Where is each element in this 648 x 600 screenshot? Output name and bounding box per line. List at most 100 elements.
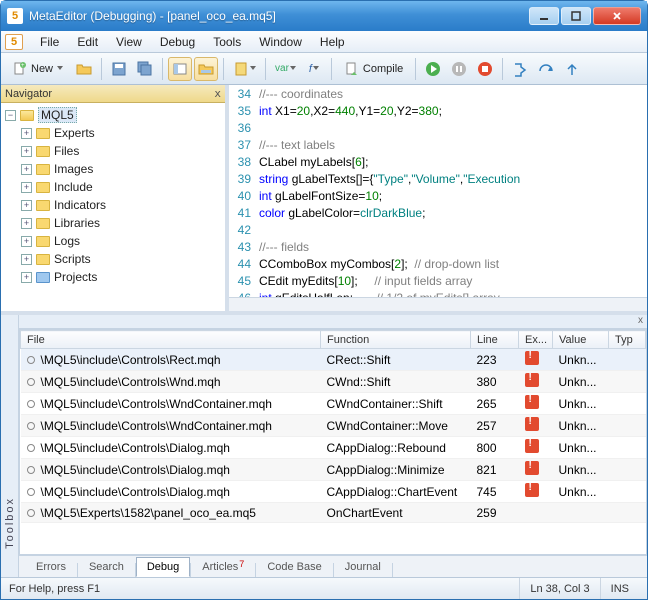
titlebar[interactable]: 5 MetaEditor (Debugging) - [panel_oco_ea… bbox=[1, 1, 647, 31]
navigator-header[interactable]: Navigator x bbox=[1, 85, 225, 103]
panel-left-icon bbox=[172, 61, 188, 77]
tab-code-base[interactable]: Code Base bbox=[256, 557, 332, 577]
column-header[interactable]: Ex... bbox=[519, 331, 553, 349]
table-row[interactable]: \MQL5\Experts\1582\panel_oco_ea.mq5OnCha… bbox=[21, 503, 646, 523]
new-button[interactable]: + New bbox=[5, 57, 70, 81]
horizontal-scrollbar[interactable] bbox=[229, 297, 647, 311]
toolbox-close-icon[interactable]: x bbox=[638, 315, 643, 328]
folder-icon bbox=[20, 110, 34, 121]
tree-item-scripts[interactable]: +Scripts bbox=[5, 250, 221, 268]
maximize-button[interactable] bbox=[561, 7, 591, 25]
save-all-button[interactable] bbox=[133, 57, 157, 81]
table-row[interactable]: \MQL5\include\Controls\Wnd.mqhCWnd::Shif… bbox=[21, 371, 646, 393]
tab-journal[interactable]: Journal bbox=[334, 557, 392, 577]
new-file-icon: + bbox=[12, 61, 28, 77]
toolbox-tabs: ErrorsSearchDebugArticles7Code BaseJourn… bbox=[19, 555, 647, 577]
statusbar: For Help, press F1 Ln 38, Col 3 INS bbox=[1, 577, 647, 599]
tree-item-logs[interactable]: +Logs bbox=[5, 232, 221, 250]
logo-icon: 5 bbox=[5, 34, 23, 50]
folder-icon bbox=[36, 200, 50, 211]
close-button[interactable] bbox=[593, 7, 641, 25]
insert-fn-button[interactable]: f bbox=[302, 57, 326, 81]
tree-item-projects[interactable]: +Projects bbox=[5, 268, 221, 286]
pause-icon bbox=[451, 61, 467, 77]
column-header[interactable]: File bbox=[21, 331, 321, 349]
toggle-toolbox-button[interactable] bbox=[194, 57, 218, 81]
insert-var-button[interactable]: var bbox=[271, 57, 300, 81]
error-icon bbox=[525, 395, 539, 409]
menu-debug[interactable]: Debug bbox=[151, 33, 204, 51]
save-all-icon bbox=[137, 61, 153, 77]
tree-item-libraries[interactable]: +Libraries bbox=[5, 214, 221, 232]
tab-articles[interactable]: Articles7 bbox=[191, 557, 255, 577]
compile-icon bbox=[344, 61, 360, 77]
compile-label: Compile bbox=[363, 63, 403, 75]
menu-edit[interactable]: Edit bbox=[68, 33, 107, 51]
table-row[interactable]: \MQL5\include\Controls\WndContainer.mqhC… bbox=[21, 415, 646, 437]
compile-button[interactable]: Compile bbox=[337, 57, 410, 81]
column-header[interactable]: Function bbox=[321, 331, 471, 349]
code-area[interactable]: //--- coordinatesint X1=20,X2=440,Y1=20,… bbox=[255, 85, 647, 311]
toolbar: + New var f Compile bbox=[1, 53, 647, 85]
step-out-button[interactable] bbox=[560, 57, 584, 81]
table-row[interactable]: \MQL5\include\Controls\WndContainer.mqhC… bbox=[21, 393, 646, 415]
tab-debug[interactable]: Debug bbox=[136, 557, 190, 577]
tree-root[interactable]: MQL5 bbox=[38, 107, 77, 123]
chevron-down-icon bbox=[313, 66, 319, 72]
open-button[interactable] bbox=[72, 57, 96, 81]
status-mode: INS bbox=[600, 578, 639, 599]
chevron-down-icon bbox=[290, 66, 296, 72]
error-icon bbox=[525, 351, 539, 365]
minimize-button[interactable] bbox=[529, 7, 559, 25]
navigator-title: Navigator bbox=[5, 88, 52, 100]
folder-icon bbox=[36, 182, 50, 193]
menu-tools[interactable]: Tools bbox=[204, 33, 250, 51]
navigator-tree[interactable]: −MQL5 +Experts+Files+Images+Include+Indi… bbox=[1, 103, 225, 311]
menu-file[interactable]: File bbox=[31, 33, 68, 51]
toolbox-panel: Toolbox x FileFunctionLineEx...ValueTyp … bbox=[1, 315, 647, 577]
tab-errors[interactable]: Errors bbox=[25, 557, 77, 577]
error-icon bbox=[525, 417, 539, 431]
menu-view[interactable]: View bbox=[107, 33, 151, 51]
menu-window[interactable]: Window bbox=[250, 33, 311, 51]
navigator-close-icon[interactable]: x bbox=[214, 87, 221, 100]
book-icon bbox=[233, 61, 249, 77]
tree-item-include[interactable]: +Include bbox=[5, 178, 221, 196]
toggle-navigator-button[interactable] bbox=[168, 57, 192, 81]
table-row[interactable]: \MQL5\include\Controls\Dialog.mqhCAppDia… bbox=[21, 437, 646, 459]
tree-item-indicators[interactable]: +Indicators bbox=[5, 196, 221, 214]
table-row[interactable]: \MQL5\include\Controls\Dialog.mqhCAppDia… bbox=[21, 481, 646, 503]
stop-icon bbox=[477, 61, 493, 77]
navigator-panel: Navigator x −MQL5 +Experts+Files+Images+… bbox=[1, 85, 229, 311]
column-header[interactable]: Value bbox=[553, 331, 609, 349]
chevron-down-icon bbox=[250, 66, 256, 72]
folder-icon bbox=[36, 128, 50, 139]
window-title: MetaEditor (Debugging) - [panel_oco_ea.m… bbox=[29, 9, 529, 23]
debug-stop-button[interactable] bbox=[473, 57, 497, 81]
column-header[interactable]: Line bbox=[471, 331, 519, 349]
tab-search[interactable]: Search bbox=[78, 557, 135, 577]
toolbox-side-tab[interactable]: Toolbox bbox=[1, 315, 19, 577]
step-into-button[interactable] bbox=[508, 57, 532, 81]
code-editor[interactable]: 34353637383940414243444546 //--- coordin… bbox=[229, 85, 647, 311]
error-icon bbox=[525, 461, 539, 475]
step-over-button[interactable] bbox=[534, 57, 558, 81]
undo-button[interactable] bbox=[229, 57, 260, 81]
debug-start-button[interactable] bbox=[421, 57, 445, 81]
error-icon bbox=[525, 373, 539, 387]
debug-pause-button[interactable] bbox=[447, 57, 471, 81]
panel-bottom-icon bbox=[198, 61, 214, 77]
play-icon bbox=[425, 61, 441, 77]
callstack-grid[interactable]: FileFunctionLineEx...ValueTyp \MQL5\incl… bbox=[19, 329, 647, 555]
tree-item-experts[interactable]: +Experts bbox=[5, 124, 221, 142]
tree-item-files[interactable]: +Files bbox=[5, 142, 221, 160]
save-button[interactable] bbox=[107, 57, 131, 81]
table-row[interactable]: \MQL5\include\Controls\Rect.mqhCRect::Sh… bbox=[21, 349, 646, 371]
menubar: 5 File Edit View Debug Tools Window Help bbox=[1, 31, 647, 53]
column-header[interactable]: Typ bbox=[609, 331, 646, 349]
tree-item-images[interactable]: +Images bbox=[5, 160, 221, 178]
table-row[interactable]: \MQL5\include\Controls\Dialog.mqhCAppDia… bbox=[21, 459, 646, 481]
menu-help[interactable]: Help bbox=[311, 33, 354, 51]
error-icon bbox=[525, 439, 539, 453]
folder-icon bbox=[36, 236, 50, 247]
